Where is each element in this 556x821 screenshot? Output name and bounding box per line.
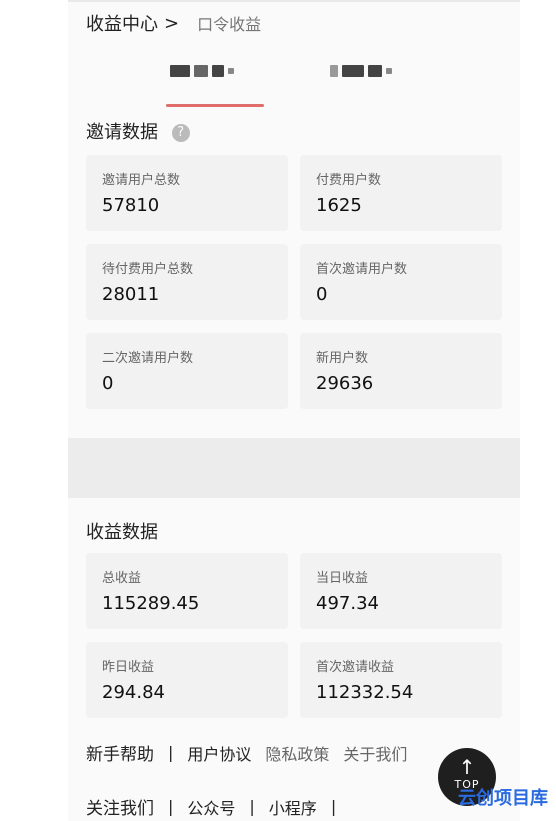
top-divider xyxy=(68,0,520,2)
stat-value: 29636 xyxy=(316,373,374,394)
footer-separator: | xyxy=(168,797,174,816)
footer-link-user-agreement[interactable]: 用户协议 xyxy=(187,741,251,765)
tab-1[interactable] xyxy=(170,62,240,88)
stat-value: 57810 xyxy=(102,195,160,216)
stat-card: 邀请用户总数 57810 xyxy=(86,155,288,231)
section-spacer xyxy=(68,438,520,498)
footer-separator: | xyxy=(249,797,255,816)
earning-value: 497.34 xyxy=(316,593,379,614)
earning-value: 294.84 xyxy=(102,682,165,703)
invite-section-title: 邀请数据 ? xyxy=(86,118,190,144)
footer-link-mini-program[interactable]: 小程序 xyxy=(269,795,317,819)
footer-help-heading: 新手帮助 xyxy=(86,745,154,765)
stat-label: 付费用户数 xyxy=(316,173,382,188)
footer-help-row: 新手帮助 | 用户协议 隐私政策 关于我们 xyxy=(86,740,407,765)
stat-card: 二次邀请用户数 0 xyxy=(86,333,288,409)
footer-link-about[interactable]: 关于我们 xyxy=(343,741,407,765)
stat-card: 新用户数 29636 xyxy=(300,333,502,409)
stat-value: 28011 xyxy=(102,284,160,305)
earning-label: 首次邀请收益 xyxy=(316,660,395,675)
earning-card: 当日收益 497.34 xyxy=(300,553,502,629)
earnings-section-title: 收益数据 xyxy=(86,522,158,543)
footer-follow-row: 关注我们 | 公众号 | 小程序 | xyxy=(86,794,336,819)
earning-label: 昨日收益 xyxy=(102,660,155,675)
chevron-right-icon[interactable]: > xyxy=(164,13,179,34)
earning-card: 首次邀请收益 112332.54 xyxy=(300,642,502,718)
page-title[interactable]: 收益中心 xyxy=(86,10,158,36)
stat-card: 首次邀请用户数 0 xyxy=(300,244,502,320)
tab-2-redacted-label xyxy=(330,62,400,80)
stat-value: 0 xyxy=(316,284,328,305)
earning-card: 总收益 115289.45 xyxy=(86,553,288,629)
watermark-logo: 云创项目库 xyxy=(458,788,548,809)
earning-value: 112332.54 xyxy=(316,682,414,703)
earning-label: 当日收益 xyxy=(316,571,369,586)
footer-link-privacy[interactable]: 隐私政策 xyxy=(265,741,329,765)
footer-separator: | xyxy=(330,797,337,816)
stat-label: 二次邀请用户数 xyxy=(102,351,194,366)
breadcrumb-subtitle[interactable]: 口令收益 xyxy=(197,11,261,35)
earning-card: 昨日收益 294.84 xyxy=(86,642,288,718)
tab-1-redacted-label xyxy=(170,62,240,80)
stat-label: 新用户数 xyxy=(316,351,369,366)
tab-2[interactable] xyxy=(330,62,400,88)
footer-follow-heading: 关注我们 xyxy=(86,799,154,819)
stat-card: 待付费用户总数 28011 xyxy=(86,244,288,320)
footer-link-official-account[interactable]: 公众号 xyxy=(187,795,235,819)
earning-value: 115289.45 xyxy=(102,593,200,614)
active-tab-indicator xyxy=(166,104,264,107)
footer-separator: | xyxy=(168,743,174,762)
earning-label: 总收益 xyxy=(102,571,142,586)
stat-card: 付费用户数 1625 xyxy=(300,155,502,231)
stat-label: 待付费用户总数 xyxy=(102,262,194,277)
help-icon[interactable]: ? xyxy=(171,124,190,142)
header: 收益中心 > 口令收益 xyxy=(86,8,261,38)
invite-title-text: 邀请数据 xyxy=(86,122,158,143)
arrow-up-icon: ↑ xyxy=(458,755,476,779)
stat-value: 0 xyxy=(102,373,114,394)
stat-label: 邀请用户总数 xyxy=(102,173,181,188)
stat-value: 1625 xyxy=(316,195,362,216)
stat-label: 首次邀请用户数 xyxy=(316,262,408,277)
